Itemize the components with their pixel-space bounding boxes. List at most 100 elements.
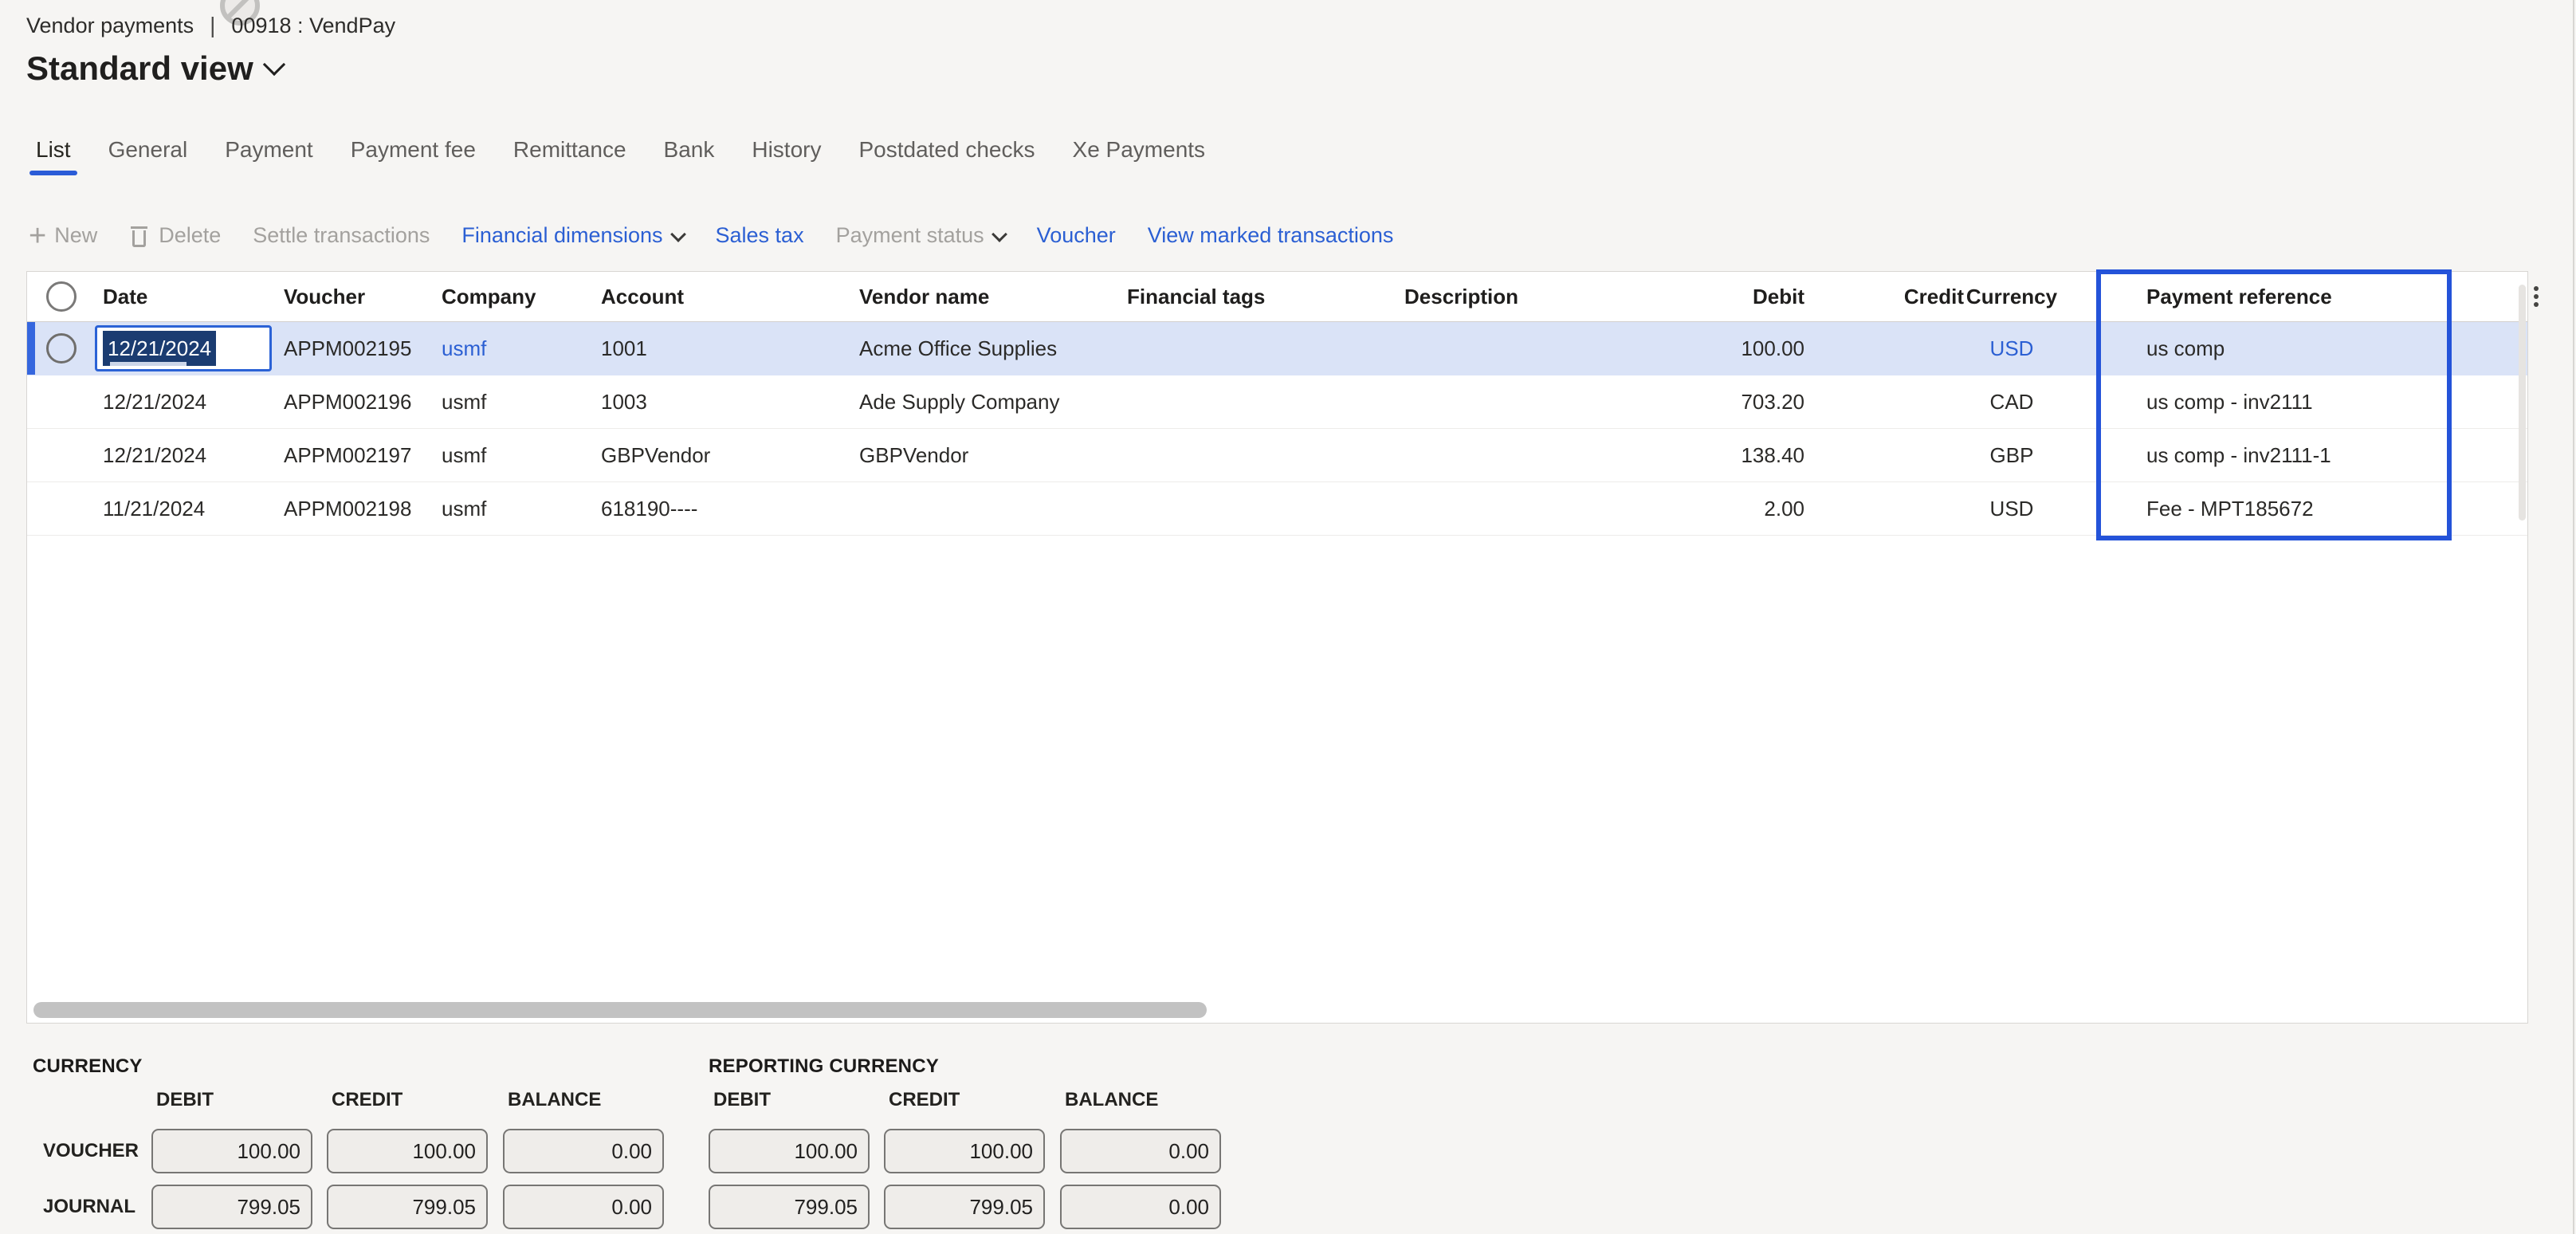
cell-company-link[interactable]: usmf bbox=[442, 322, 486, 375]
column-header-financial-tags[interactable]: Financial tags bbox=[1127, 272, 1265, 321]
cell-account[interactable]: 618190---- bbox=[601, 482, 697, 535]
cell-debit[interactable]: 703.20 bbox=[1629, 375, 1804, 428]
tab-label: Remittance bbox=[513, 137, 626, 162]
tab-label: Payment bbox=[225, 137, 313, 162]
reporting-currency-section-title: REPORTING CURRENCY bbox=[709, 1055, 939, 1078]
currency-credit-header: CREDIT bbox=[332, 1089, 402, 1111]
action-toolbar: + New Delete Settle transactions Financi… bbox=[29, 223, 1393, 248]
payment-status-menu[interactable]: Payment status bbox=[836, 223, 1005, 248]
cell-debit[interactable]: 2.00 bbox=[1629, 482, 1804, 535]
column-header-description[interactable]: Description bbox=[1404, 272, 1518, 321]
vertical-scrollbar[interactable] bbox=[2519, 285, 2526, 521]
table-row[interactable]: 11/21/2024 APPM002198 usmf 618190---- 2.… bbox=[27, 482, 2527, 536]
cell-payment-reference[interactable]: us comp - inv2111 bbox=[2146, 375, 2313, 428]
currency-journal-debit-value: 799.05 bbox=[151, 1185, 312, 1229]
tab-payment-fee[interactable]: Payment fee bbox=[351, 137, 476, 175]
financial-dimensions-menu[interactable]: Financial dimensions bbox=[461, 223, 683, 248]
settle-transactions-button[interactable]: Settle transactions bbox=[253, 223, 430, 248]
horizontal-scrollbar-track[interactable] bbox=[33, 1002, 2520, 1018]
cell-date[interactable]: 12/21/2024 bbox=[103, 375, 206, 428]
select-all-checkbox[interactable] bbox=[46, 281, 77, 312]
column-header-account[interactable]: Account bbox=[601, 272, 684, 321]
financial-dimensions-label: Financial dimensions bbox=[461, 223, 662, 248]
reporting-journal-balance-value: 0.00 bbox=[1060, 1185, 1221, 1229]
cell-currency[interactable]: CAD bbox=[1960, 375, 2064, 428]
column-header-debit[interactable]: Debit bbox=[1629, 272, 1804, 321]
cell-payment-reference[interactable]: us comp - inv2111-1 bbox=[2146, 429, 2331, 481]
view-selector[interactable]: Standard view bbox=[26, 49, 282, 88]
cell-account[interactable]: 1003 bbox=[601, 375, 647, 428]
cell-vendor-name[interactable]: Acme Office Supplies bbox=[859, 322, 1057, 375]
voucher-button[interactable]: Voucher bbox=[1037, 223, 1116, 248]
table-row[interactable]: 12/21/2024 APPM002196 usmf 1003 Ade Supp… bbox=[27, 375, 2527, 429]
horizontal-scrollbar-thumb[interactable] bbox=[33, 1002, 1207, 1018]
table-row[interactable]: 12/21/2024 APPM002197 usmf GBPVendor GBP… bbox=[27, 429, 2527, 482]
cell-account[interactable]: 1001 bbox=[601, 322, 647, 375]
plus-icon: + bbox=[29, 228, 46, 244]
delete-button-label: Delete bbox=[159, 223, 221, 248]
date-input[interactable]: 12/21/2024 bbox=[95, 325, 272, 371]
currency-voucher-credit-value: 100.00 bbox=[327, 1129, 488, 1173]
tab-bar: List General Payment Payment fee Remitta… bbox=[36, 137, 1205, 175]
payments-grid: Date Voucher Company Account Vendor name… bbox=[26, 271, 2528, 1024]
table-row[interactable]: 12/21/2024 APPM002195 usmf 1001 Acme Off… bbox=[27, 322, 2527, 375]
breadcrumb: Vendor payments | 00918 : VendPay bbox=[26, 13, 395, 38]
currency-journal-balance-value: 0.00 bbox=[503, 1185, 664, 1229]
column-header-vendor-name[interactable]: Vendor name bbox=[859, 272, 989, 321]
tab-bank[interactable]: Bank bbox=[664, 137, 715, 175]
reporting-voucher-debit-value: 100.00 bbox=[709, 1129, 870, 1173]
reporting-credit-header: CREDIT bbox=[889, 1089, 960, 1111]
record-id: 00918 : VendPay bbox=[231, 14, 395, 38]
tab-remittance[interactable]: Remittance bbox=[513, 137, 626, 175]
sales-tax-button[interactable]: Sales tax bbox=[716, 223, 804, 248]
kebab-menu-icon[interactable] bbox=[2528, 283, 2544, 312]
tab-label: Payment fee bbox=[351, 137, 476, 162]
tab-postdated-checks[interactable]: Postdated checks bbox=[858, 137, 1035, 175]
page-title: Vendor payments bbox=[26, 14, 194, 38]
view-name: Standard view bbox=[26, 49, 253, 88]
cell-debit[interactable]: 138.40 bbox=[1629, 429, 1804, 481]
cell-payment-reference[interactable]: us comp bbox=[2146, 322, 2225, 375]
currency-balance-header: BALANCE bbox=[508, 1089, 601, 1111]
new-button[interactable]: + New bbox=[29, 223, 97, 248]
cell-account[interactable]: GBPVendor bbox=[601, 429, 710, 481]
cell-currency-link[interactable]: USD bbox=[1960, 322, 2064, 375]
cell-voucher[interactable]: APPM002197 bbox=[284, 429, 411, 481]
tab-xe-payments[interactable]: Xe Payments bbox=[1073, 137, 1206, 175]
cell-voucher[interactable]: APPM002195 bbox=[284, 322, 411, 375]
window-right-edge bbox=[2573, 0, 2574, 1234]
cell-company[interactable]: usmf bbox=[442, 482, 486, 535]
cell-vendor-name[interactable]: GBPVendor bbox=[859, 429, 968, 481]
cell-debit[interactable]: 100.00 bbox=[1629, 322, 1804, 375]
tab-history[interactable]: History bbox=[752, 137, 821, 175]
delete-button[interactable]: Delete bbox=[129, 223, 221, 248]
cell-vendor-name[interactable]: Ade Supply Company bbox=[859, 375, 1059, 428]
trash-icon bbox=[129, 224, 149, 248]
chevron-down-icon bbox=[263, 53, 285, 76]
cell-voucher[interactable]: APPM002198 bbox=[284, 482, 411, 535]
cell-date[interactable]: 11/21/2024 bbox=[103, 482, 205, 535]
tab-general[interactable]: General bbox=[108, 137, 188, 175]
cell-company[interactable]: usmf bbox=[442, 375, 486, 428]
tab-label: Postdated checks bbox=[858, 137, 1035, 162]
column-header-date[interactable]: Date bbox=[103, 272, 147, 321]
reporting-voucher-balance-value: 0.00 bbox=[1060, 1129, 1221, 1173]
cell-company[interactable]: usmf bbox=[442, 429, 486, 481]
column-header-payment-reference[interactable]: Payment reference bbox=[2146, 272, 2332, 321]
cell-payment-reference[interactable]: Fee - MPT185672 bbox=[2146, 482, 2314, 535]
cell-date[interactable]: 12/21/2024 bbox=[103, 429, 206, 481]
cell-voucher[interactable]: APPM002196 bbox=[284, 375, 411, 428]
view-marked-transactions-button[interactable]: View marked transactions bbox=[1148, 223, 1394, 248]
column-header-company[interactable]: Company bbox=[442, 272, 536, 321]
cell-currency[interactable]: USD bbox=[1960, 482, 2064, 535]
column-header-voucher[interactable]: Voucher bbox=[284, 272, 365, 321]
currency-journal-credit-value: 799.05 bbox=[327, 1185, 488, 1229]
column-header-currency[interactable]: Currency bbox=[1960, 272, 2064, 321]
reporting-journal-credit-value: 799.05 bbox=[884, 1185, 1045, 1229]
cell-currency[interactable]: GBP bbox=[1960, 429, 2064, 481]
tab-list[interactable]: List bbox=[36, 137, 71, 175]
tab-payment[interactable]: Payment bbox=[225, 137, 313, 175]
column-header-credit[interactable]: Credit bbox=[1804, 272, 1964, 321]
row-select-radio[interactable] bbox=[46, 333, 77, 364]
payment-status-label: Payment status bbox=[836, 223, 984, 248]
